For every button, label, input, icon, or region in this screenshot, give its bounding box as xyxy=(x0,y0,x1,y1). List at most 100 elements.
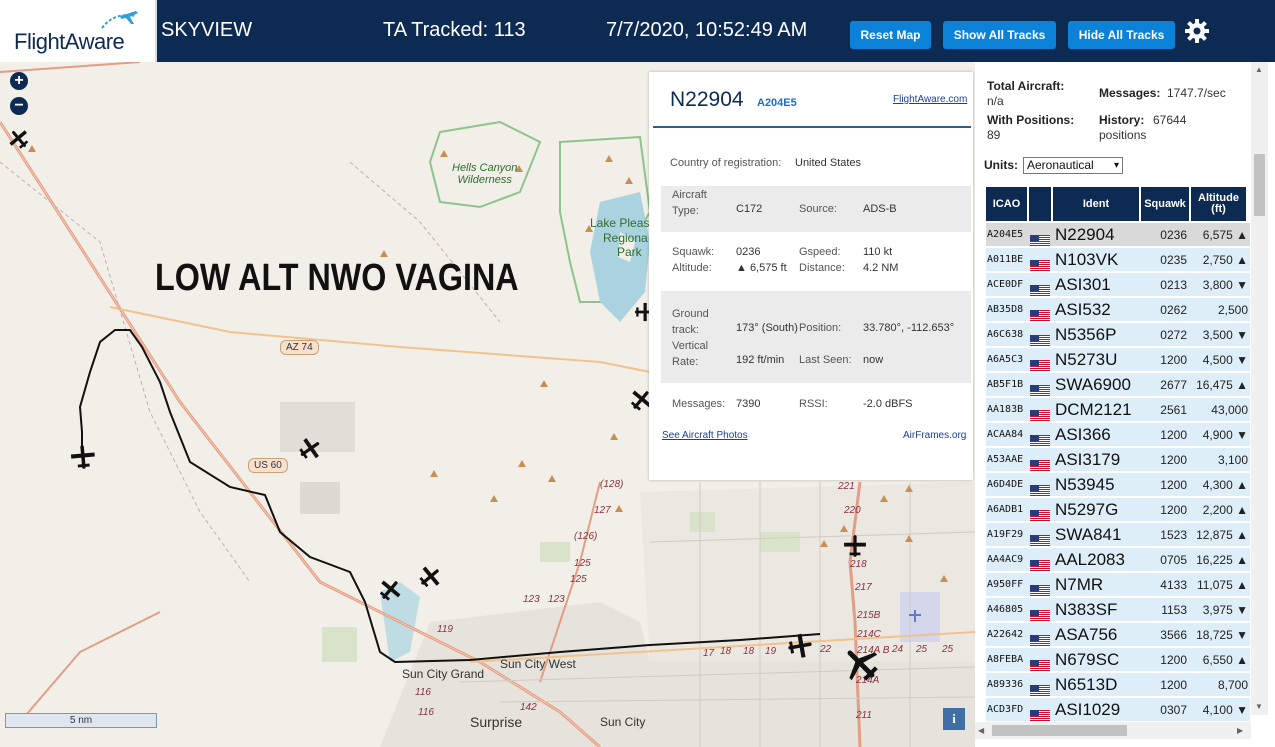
cell-altitude: 3,800 ▼ xyxy=(1202,278,1248,292)
cell-squawk: 0307 xyxy=(1160,703,1187,717)
aircraft-icon[interactable] xyxy=(298,437,322,461)
scrollbar-thumb[interactable] xyxy=(1254,154,1265,216)
scroll-up-icon[interactable]: ▲ xyxy=(1255,65,1263,74)
reset-map-button[interactable]: Reset Map xyxy=(850,21,931,49)
units-label: Units: xyxy=(984,158,1018,172)
lastseen-label: Last Seen: xyxy=(799,354,852,366)
table-row[interactable]: A6A5C3 N5273U 1200 4,500 ▼ xyxy=(986,347,1250,371)
cell-altitude: 6,550 ▲ xyxy=(1202,653,1248,667)
table-row[interactable]: ACAA84 ASI366 1200 4,900 ▼ xyxy=(986,422,1250,446)
table-row[interactable]: A22642 ASA756 3566 18,725 ▼ xyxy=(986,622,1250,646)
cell-ident: SWA841 xyxy=(1055,525,1122,544)
aircraft-type-label: Aircraft Type: xyxy=(672,189,707,217)
table-row[interactable]: A6D4DE N53945 1200 4,300 ▲ xyxy=(986,472,1250,496)
table-row[interactable]: A6ADB1 N5297G 1200 2,200 ▲ xyxy=(986,497,1250,521)
us-flag-icon xyxy=(1030,605,1050,621)
flightaware-link[interactable]: FlightAware.com xyxy=(893,94,967,105)
horizontal-scrollbar[interactable]: ◀ ▶ xyxy=(975,722,1251,739)
table-row[interactable]: ACD3FD ASI1029 0307 4,100 ▼ xyxy=(986,697,1250,721)
us-flag-icon xyxy=(1030,305,1050,321)
road-17-label: 17 xyxy=(703,648,715,659)
units-select[interactable]: Aeronautical ▾ xyxy=(1023,157,1123,174)
cell-squawk: 1153 xyxy=(1161,603,1187,617)
top-bar: FlightAware SKYVIEW TA Tracked: 113 7/7/… xyxy=(0,0,1275,62)
table-row[interactable]: A950FF N7MR 4133 11,075 ▲ xyxy=(986,572,1250,596)
aircraft-icon[interactable] xyxy=(843,534,867,558)
show-all-tracks-button[interactable]: Show All Tracks xyxy=(943,21,1056,49)
hide-all-tracks-button[interactable]: Hide All Tracks xyxy=(1068,21,1175,49)
rssi-label: RSSI: xyxy=(799,398,828,410)
aircraft-icon[interactable] xyxy=(8,128,30,150)
scroll-down-icon[interactable]: ▼ xyxy=(1255,702,1263,711)
road-215b-label: 215B xyxy=(857,610,881,621)
us-flag-icon xyxy=(1030,705,1050,721)
col-header-ident[interactable]: Ident xyxy=(1053,187,1139,221)
table-row[interactable]: A204E5 N22904 0236 6,575 ▲ xyxy=(986,222,1250,246)
map-info-button[interactable]: i xyxy=(943,708,965,730)
table-row[interactable]: A6C638 N5356P 0272 3,500 ▼ xyxy=(986,322,1250,346)
road-126-label: (126) xyxy=(574,531,598,542)
aircraft-icon[interactable] xyxy=(70,444,96,470)
cell-altitude: 11,075 ▲ xyxy=(1196,578,1248,592)
cell-altitude: 3,975 ▼ xyxy=(1202,603,1248,617)
aircraft-icon[interactable] xyxy=(378,578,402,602)
cell-ident: N679SC xyxy=(1055,650,1120,669)
road-19-label: 19 xyxy=(765,646,777,657)
us-flag-icon xyxy=(1030,630,1050,646)
col-header-altitude[interactable]: Altitude (ft) xyxy=(1191,187,1246,221)
aircraft-photos-link[interactable]: See Aircraft Photos xyxy=(662,430,748,441)
town-sun-city: Sun City xyxy=(600,715,646,729)
cell-icao: ACD3FD xyxy=(987,704,1024,715)
cell-ident: DCM2121 xyxy=(1055,400,1132,419)
table-row[interactable]: A011BE N103VK 0235 2,750 ▲ xyxy=(986,247,1250,271)
table-row[interactable]: A89336 N6513D 1200 8,700 xyxy=(986,672,1250,696)
table-row[interactable]: A53AAE ASI3179 1200 3,100 xyxy=(986,447,1250,471)
cell-altitude: 16,475 ▲ xyxy=(1196,378,1248,392)
table-row[interactable]: A46805 N383SF 1153 3,975 ▼ xyxy=(986,597,1250,621)
table-row[interactable]: A8FEBA N679SC 1200 6,550 ▲ xyxy=(986,647,1250,671)
cell-icao: A22642 xyxy=(987,629,1024,640)
hscrollbar-thumb[interactable] xyxy=(992,725,1127,736)
road-220-label: 220 xyxy=(844,505,861,516)
table-row[interactable]: AB5F1B SWA6900 2677 16,475 ▲ xyxy=(986,372,1250,396)
col-header-flag[interactable] xyxy=(1029,187,1051,221)
logo-plane-icon xyxy=(101,11,138,29)
cell-ident: N22904 xyxy=(1055,225,1115,244)
road-116b-label: 116 xyxy=(418,707,434,718)
aircraft-list-panel: Total Aircraft: n/a Messages: 1747.7/sec… xyxy=(975,62,1275,747)
gear-icon[interactable] xyxy=(1184,18,1210,44)
cell-ident: N6513D xyxy=(1055,675,1118,694)
airframes-link[interactable]: AirFrames.org xyxy=(903,430,966,441)
cell-ident: N5297G xyxy=(1055,500,1119,519)
us-flag-icon xyxy=(1030,355,1050,371)
zoom-out-button[interactable]: − xyxy=(10,97,28,115)
route-az74-label: AZ 74 xyxy=(280,340,319,355)
vertical-scrollbar[interactable]: ▲ ▼ xyxy=(1251,62,1268,715)
aircraft-jet-icon[interactable] xyxy=(843,646,879,682)
table-row[interactable]: ACE0DF ASI301 0213 3,800 ▼ xyxy=(986,272,1250,296)
flightaware-logo[interactable]: FlightAware xyxy=(0,0,157,62)
table-row[interactable]: AA4AC9 AAL2083 0705 16,225 ▲ xyxy=(986,547,1250,571)
table-row[interactable]: AB35D8 ASI532 0262 2,500 xyxy=(986,297,1250,321)
col-header-squawk[interactable]: Squawk xyxy=(1141,187,1189,221)
zoom-in-button[interactable]: + xyxy=(10,72,28,90)
cell-icao: A89336 xyxy=(987,679,1024,690)
aircraft-icon[interactable] xyxy=(787,633,813,659)
cell-squawk: 0236 xyxy=(1160,228,1187,242)
squawk-value: 0236 xyxy=(736,246,761,258)
cell-squawk: 0272 xyxy=(1160,328,1187,342)
distance-value: 4.2 NM xyxy=(863,262,899,274)
scroll-left-icon[interactable]: ◀ xyxy=(978,726,984,735)
cell-squawk: 1200 xyxy=(1160,428,1187,442)
road-125b-label: 125 xyxy=(570,574,587,585)
cell-altitude: 3,100 xyxy=(1217,453,1248,467)
table-row[interactable]: A19F29 SWA841 1523 12,875 ▲ xyxy=(986,522,1250,546)
tracked-count: TA Tracked: 113 xyxy=(383,19,526,41)
table-row[interactable]: AA183B DCM2121 2561 43,000 xyxy=(986,397,1250,421)
cell-icao: AA183B xyxy=(987,404,1024,415)
label-lake-pleasant-1: Lake Pleas xyxy=(590,216,650,230)
us-flag-icon xyxy=(1030,230,1050,246)
aircraft-icon[interactable] xyxy=(418,565,442,589)
col-header-icao[interactable]: ICAO xyxy=(986,187,1027,221)
scroll-right-icon[interactable]: ▶ xyxy=(1237,726,1243,735)
